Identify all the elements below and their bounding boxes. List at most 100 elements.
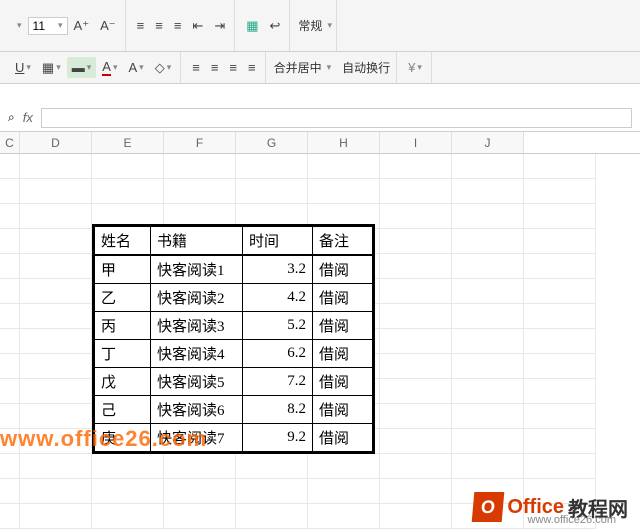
align-bottom-button[interactable]: ≡: [169, 15, 187, 36]
grid-cell[interactable]: [380, 429, 452, 454]
grid-cell[interactable]: [380, 479, 452, 504]
header-time[interactable]: 时间: [243, 227, 313, 256]
fx-label[interactable]: fx: [23, 110, 33, 125]
grid-cell[interactable]: [164, 504, 236, 529]
cell-book[interactable]: 快客阅读5: [151, 368, 243, 396]
cell-book[interactable]: 快客阅读6: [151, 396, 243, 424]
increase-font-button[interactable]: A⁺: [69, 15, 95, 37]
grid-cell[interactable]: [380, 179, 452, 204]
grid-cell[interactable]: [308, 504, 380, 529]
col-header[interactable]: F: [164, 132, 236, 153]
grid-cell[interactable]: [524, 154, 596, 179]
search-icon[interactable]: ⌕: [8, 110, 15, 125]
grid-cell[interactable]: [452, 354, 524, 379]
cell-time[interactable]: 7.2: [243, 368, 313, 396]
grid-cell[interactable]: [20, 329, 92, 354]
grid-cell[interactable]: [92, 154, 164, 179]
grid-cell[interactable]: [380, 254, 452, 279]
cell-name[interactable]: 乙: [95, 284, 151, 312]
align-left-button[interactable]: ≡: [187, 57, 205, 78]
grid-cell[interactable]: [20, 279, 92, 304]
wrap-text-label[interactable]: 自动换行: [340, 59, 392, 76]
grid-cell[interactable]: [524, 179, 596, 204]
cell-name[interactable]: 甲: [95, 255, 151, 284]
underline-button[interactable]: U▾: [10, 57, 36, 78]
grid-cell[interactable]: [452, 404, 524, 429]
grid-cell[interactable]: [20, 354, 92, 379]
grid-cell[interactable]: [380, 279, 452, 304]
cell-name[interactable]: 己: [95, 396, 151, 424]
grid-cell[interactable]: [20, 504, 92, 529]
col-header[interactable]: J: [452, 132, 524, 153]
cell-time[interactable]: 3.2: [243, 255, 313, 284]
grid-cell[interactable]: [20, 379, 92, 404]
cell-note[interactable]: 借阅: [313, 396, 373, 424]
grid-cell[interactable]: [524, 454, 596, 479]
font-color-button[interactable]: A▾: [97, 56, 122, 79]
cell-book[interactable]: 快客阅读4: [151, 340, 243, 368]
grid-cell[interactable]: [92, 504, 164, 529]
grid-cell[interactable]: [308, 154, 380, 179]
cell-book[interactable]: 快客阅读1: [151, 255, 243, 284]
grid-cell[interactable]: [452, 279, 524, 304]
align-top-button[interactable]: ≡: [132, 15, 150, 36]
grid-cell[interactable]: [20, 229, 92, 254]
grid-cell[interactable]: [92, 479, 164, 504]
grid-cell[interactable]: [164, 479, 236, 504]
grid-cell[interactable]: [524, 329, 596, 354]
cell-book[interactable]: 快客阅读2: [151, 284, 243, 312]
grid-cell[interactable]: [164, 154, 236, 179]
clear-format-button[interactable]: ◇▾: [150, 57, 177, 79]
grid-cell[interactable]: [524, 279, 596, 304]
font-size-input[interactable]: 11 ▾: [28, 17, 68, 35]
grid-cell[interactable]: [380, 504, 452, 529]
spreadsheet-grid[interactable]: C D E F G H I J document.write(Array.fro…: [0, 132, 640, 529]
grid-cell[interactable]: [236, 179, 308, 204]
justify-button[interactable]: ≡: [243, 57, 261, 78]
grid-cell[interactable]: [452, 454, 524, 479]
header-book[interactable]: 书籍: [151, 227, 243, 256]
grid-cell[interactable]: [380, 379, 452, 404]
grid-cell[interactable]: [452, 304, 524, 329]
cell-note[interactable]: 借阅: [313, 340, 373, 368]
cell-name[interactable]: 丁: [95, 340, 151, 368]
increase-indent-button[interactable]: ⇥: [209, 15, 230, 37]
col-header[interactable]: C: [0, 132, 20, 153]
col-header[interactable]: D: [20, 132, 92, 153]
grid-cell[interactable]: [164, 454, 236, 479]
col-header[interactable]: H: [308, 132, 380, 153]
grid-cell[interactable]: [308, 479, 380, 504]
grid-cell[interactable]: [236, 154, 308, 179]
grid-cell[interactable]: [380, 304, 452, 329]
merge-center-label[interactable]: 合并居中: [272, 59, 324, 76]
grid-cell[interactable]: [380, 454, 452, 479]
cell-note[interactable]: 借阅: [313, 255, 373, 284]
header-name[interactable]: 姓名: [95, 227, 151, 256]
highlight-button[interactable]: A▾: [123, 57, 148, 78]
grid-cell[interactable]: [20, 204, 92, 229]
cell-note[interactable]: 借阅: [313, 424, 373, 452]
grid-cell[interactable]: [308, 179, 380, 204]
decrease-font-button[interactable]: A⁻: [95, 15, 121, 37]
cell-note[interactable]: 借阅: [313, 284, 373, 312]
cell-time[interactable]: 6.2: [243, 340, 313, 368]
cell-name[interactable]: 戊: [95, 368, 151, 396]
grid-cell[interactable]: [524, 229, 596, 254]
cell-time[interactable]: 8.2: [243, 396, 313, 424]
col-header[interactable]: G: [236, 132, 308, 153]
cell-time[interactable]: 9.2: [243, 424, 313, 452]
cell-book[interactable]: 快客阅读3: [151, 312, 243, 340]
grid-cell[interactable]: [452, 229, 524, 254]
formula-input[interactable]: [41, 108, 632, 128]
grid-cell[interactable]: [452, 179, 524, 204]
cell-name[interactable]: 丙: [95, 312, 151, 340]
grid-cell[interactable]: [452, 429, 524, 454]
grid-cell[interactable]: [452, 204, 524, 229]
grid-cell[interactable]: [236, 479, 308, 504]
grid-cell[interactable]: [92, 454, 164, 479]
wrap-icon[interactable]: ↩: [265, 15, 286, 37]
grid-cell[interactable]: [380, 204, 452, 229]
grid-cell[interactable]: [380, 354, 452, 379]
grid-cell[interactable]: [20, 154, 92, 179]
grid-cell[interactable]: [20, 479, 92, 504]
